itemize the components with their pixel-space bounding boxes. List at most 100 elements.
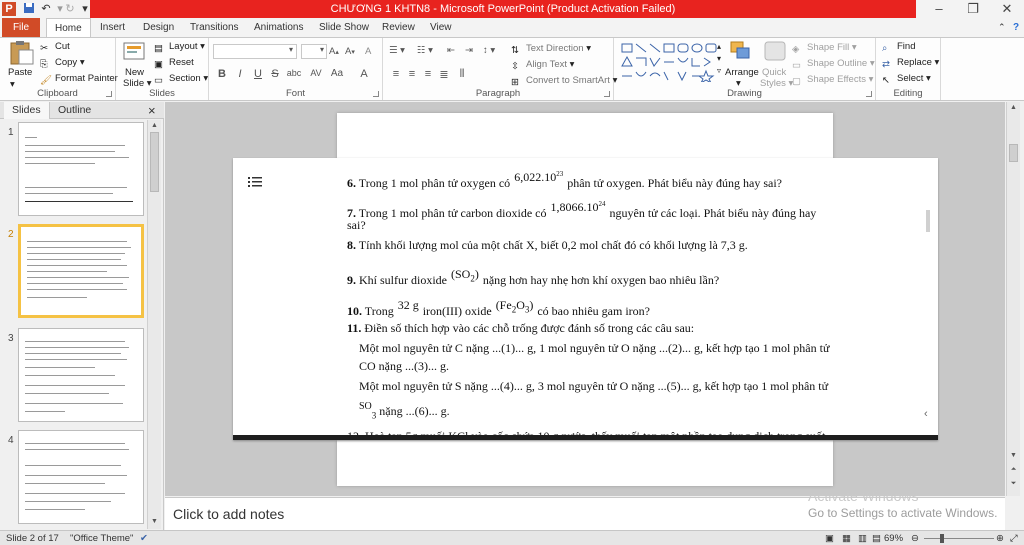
align-right-button[interactable]: ≡ xyxy=(421,68,435,80)
font-size-combo[interactable]: ▾ xyxy=(301,44,327,59)
clear-formatting-button[interactable]: A xyxy=(365,45,371,59)
fit-to-window-icon[interactable]: ⤢ xyxy=(1010,532,1018,545)
align-text-button[interactable]: ⇳ Align Text ▾ xyxy=(511,58,574,72)
shrink-font-button[interactable]: A▾ xyxy=(345,45,355,60)
change-case-button[interactable]: Aa xyxy=(328,68,346,79)
tab-outline[interactable]: Outline xyxy=(50,102,99,119)
zoom-slider-thumb[interactable] xyxy=(940,534,944,543)
tab-slide-show[interactable]: Slide Show xyxy=(311,18,377,37)
tab-home[interactable]: Home xyxy=(46,18,91,37)
font-family-combo[interactable]: ▾ xyxy=(213,44,297,59)
editor-scrollbar[interactable]: ▲ ▼ ⏶ ⏷ xyxy=(1006,102,1020,496)
quick-styles-icon[interactable] xyxy=(763,40,791,64)
editor-scroll-thumb[interactable] xyxy=(1009,144,1018,162)
redo-icon[interactable]: ↻ xyxy=(63,2,77,16)
shape-effects-button[interactable]: ▢ Shape Effects ▾ xyxy=(792,73,873,87)
reset-button[interactable]: ▣ Reset xyxy=(154,56,194,70)
strikethrough-button[interactable]: S xyxy=(268,68,282,80)
slides-pane-scrollbar[interactable]: ▲ ▼ xyxy=(147,120,161,529)
clipboard-launcher-icon[interactable] xyxy=(106,91,112,97)
underline-button[interactable]: U xyxy=(251,68,265,80)
chevron-left-icon[interactable]: ‹ xyxy=(924,408,928,420)
align-left-button[interactable]: ≡ xyxy=(389,68,403,80)
justify-button[interactable]: ≣ xyxy=(437,68,451,81)
zoom-in-icon[interactable]: ⊕ xyxy=(996,532,1004,545)
font-color-button[interactable]: A xyxy=(357,68,371,80)
text-direction-button[interactable]: ⇅ Text Direction ▾ xyxy=(511,42,591,56)
save-icon[interactable] xyxy=(22,2,36,16)
scroll-up-icon[interactable]: ▲ xyxy=(148,122,161,129)
close-pane-icon[interactable]: × xyxy=(140,102,164,119)
character-spacing-button[interactable]: AV xyxy=(307,68,325,78)
tab-transitions[interactable]: Transitions xyxy=(182,18,247,37)
content-box-scrollbar[interactable]: ‹ xyxy=(922,158,938,435)
slideshow-icon[interactable]: ▤ xyxy=(872,532,881,545)
shapes-gallery[interactable] xyxy=(620,42,724,85)
minimize-button[interactable]: – xyxy=(922,0,956,18)
content-scroll-thumb[interactable] xyxy=(926,210,930,232)
grow-font-button[interactable]: A▴ xyxy=(329,45,339,60)
slide-thumbnail-3[interactable] xyxy=(18,328,144,422)
shadow-button[interactable]: abc xyxy=(283,68,305,78)
tab-view[interactable]: View xyxy=(422,18,460,37)
convert-smartart-button[interactable]: ⊞ Convert to SmartArt ▾ xyxy=(511,74,617,88)
font-launcher-icon[interactable] xyxy=(373,91,379,97)
powerpoint-app-icon[interactable]: P xyxy=(2,2,16,16)
decrease-indent-button[interactable]: ⇤ xyxy=(447,44,455,58)
tab-review[interactable]: Review xyxy=(374,18,423,37)
tab-animations[interactable]: Animations xyxy=(246,18,311,37)
tab-slides[interactable]: Slides xyxy=(4,102,50,119)
previous-slide-icon[interactable]: ⏶ xyxy=(1007,466,1020,474)
editor-scroll-down-icon[interactable]: ▼ xyxy=(1007,452,1020,459)
section-button[interactable]: ▭ Section ▾ xyxy=(154,72,208,86)
italic-button[interactable]: I xyxy=(233,68,247,80)
bold-button[interactable]: B xyxy=(215,68,229,80)
tab-insert[interactable]: Insert xyxy=(92,18,133,37)
slide-thumbnail-1[interactable] xyxy=(18,122,144,216)
restore-button[interactable]: ❐ xyxy=(956,0,990,18)
format-painter-button[interactable]: 🖌 Format Painter xyxy=(40,72,118,86)
columns-button[interactable]: ⫴ xyxy=(455,68,469,81)
zoom-out-icon[interactable]: ⊖ xyxy=(911,532,919,545)
paragraph-launcher-icon[interactable] xyxy=(604,91,610,97)
select-button[interactable]: ↖ Select ▾ xyxy=(882,72,931,86)
shape-outline-button[interactable]: ▭ Shape Outline ▾ xyxy=(792,57,875,71)
close-button[interactable]: ✕ xyxy=(990,0,1024,18)
arrange-button[interactable]: Arrange xyxy=(725,66,759,80)
slide-content-box[interactable]: 6. Trong 1 mol phân tử oxygen có 6,022.10… xyxy=(233,158,938,440)
theme-name[interactable]: "Office Theme" xyxy=(70,532,133,545)
slide-thumbnail-2[interactable] xyxy=(18,224,144,318)
bullets-button[interactable]: ☰ ▾ xyxy=(389,44,405,58)
shape-fill-button[interactable]: ◈ Shape Fill ▾ xyxy=(792,41,857,55)
numbering-button[interactable]: ☷ ▾ xyxy=(417,44,433,58)
align-center-button[interactable]: ≡ xyxy=(405,68,419,80)
scroll-thumb[interactable] xyxy=(150,132,159,192)
scroll-down-icon[interactable]: ▼ xyxy=(148,518,161,525)
slide-sorter-icon[interactable]: ▦ xyxy=(842,532,851,545)
slide-thumbnail-4[interactable] xyxy=(18,430,144,524)
bullets-icon[interactable] xyxy=(248,176,262,188)
tab-design[interactable]: Design xyxy=(135,18,182,37)
layout-button[interactable]: ▤ Layout ▾ xyxy=(154,40,205,54)
notes-placeholder[interactable]: Click to add notes xyxy=(173,506,284,522)
normal-view-icon[interactable]: ▣ xyxy=(825,532,834,545)
reading-view-icon[interactable]: ▥ xyxy=(858,532,867,545)
new-slide-icon[interactable] xyxy=(122,41,150,65)
tab-file[interactable]: File xyxy=(2,18,40,37)
spell-check-icon[interactable]: ✔ xyxy=(140,532,148,545)
editor-scroll-up-icon[interactable]: ▲ xyxy=(1007,104,1020,111)
line-spacing-button[interactable]: ↕ ▾ xyxy=(483,44,495,58)
next-slide-icon[interactable]: ⏷ xyxy=(1007,480,1020,488)
shapes-more-icon[interactable]: ▿ xyxy=(717,64,721,78)
cut-button[interactable]: ✂ Cut xyxy=(40,40,70,54)
zoom-slider[interactable] xyxy=(924,538,994,539)
replace-button[interactable]: ⇄ Replace ▾ xyxy=(882,56,939,70)
paste-icon[interactable] xyxy=(7,40,35,65)
increase-indent-button[interactable]: ⇥ xyxy=(465,44,473,58)
undo-icon[interactable]: ↶ xyxy=(39,2,53,16)
help-icon[interactable]: ? xyxy=(1005,18,1024,37)
drawing-launcher-icon[interactable] xyxy=(866,91,872,97)
find-button[interactable]: ⌕ Find xyxy=(882,40,915,54)
arrange-icon[interactable] xyxy=(729,40,757,64)
zoom-level[interactable]: 69% xyxy=(884,532,903,545)
